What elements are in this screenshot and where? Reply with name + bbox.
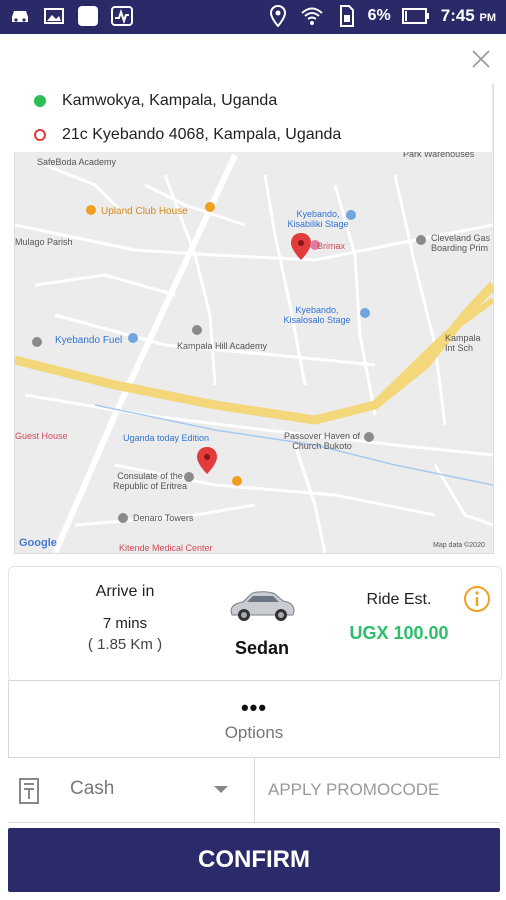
map-label: Kampala Hill Academy — [177, 341, 268, 351]
map-label: Kyebando Fuel — [55, 335, 123, 346]
more-dots-icon: ••• — [240, 695, 268, 720]
map-label: Kyebando, Kisabiliki Stage — [287, 209, 349, 229]
car-app-icon — [8, 5, 32, 27]
battery-icon — [401, 5, 431, 27]
map-view[interactable]: SafeBoda Academy Tirupati Business Park … — [14, 84, 494, 554]
dropdown-arrow-icon — [214, 786, 228, 793]
confirm-button[interactable]: CONFIRM — [8, 828, 500, 892]
info-button[interactable] — [463, 585, 491, 613]
dropoff-row[interactable]: 21c Kyebando 4068, Kampala, Uganda — [34, 120, 341, 150]
map-label: Consulate of the Republic of Eritrea — [112, 471, 188, 491]
map-label: Mulago Parish — [15, 237, 73, 247]
car-type-label: Sedan — [234, 638, 290, 658]
pickup-dot-icon — [34, 95, 46, 107]
dropoff-dot-icon — [34, 129, 46, 141]
battery-percent: 6% — [367, 7, 391, 24]
map-label: Kyebando, Kisalosalo Stage — [283, 305, 351, 325]
info-icon — [464, 586, 490, 612]
location-card: Kamwokya, Kampala, Uganda 21c Kyebando 4… — [14, 84, 492, 152]
arrive-label: Arrive in — [95, 583, 155, 600]
map-label: Guest House — [15, 431, 68, 441]
pickup-row[interactable]: Kamwokya, Kampala, Uganda — [34, 86, 277, 116]
map-label: Kampala Int Sch — [445, 333, 481, 353]
car-type-selector[interactable]: Sedan — [219, 585, 305, 659]
map-attribution: Map data ©2020 — [433, 542, 485, 549]
pickup-address: Kamwokya, Kampala, Uganda — [62, 92, 278, 109]
arrival-info: Arrive in 7 mins ( 1.85 Km ) — [45, 583, 205, 653]
app-icon — [76, 5, 100, 27]
map-label: Kitende Medical Center — [119, 543, 213, 553]
sim-icon — [334, 5, 358, 27]
status-bar: 6% 7:45 PM — [0, 0, 506, 34]
arrive-time: 7 mins — [102, 615, 148, 632]
arrive-distance: ( 1.85 Km ) — [87, 636, 163, 653]
location-icon — [266, 5, 290, 27]
options-button[interactable]: ••• Options — [8, 680, 500, 758]
sedan-car-icon — [230, 591, 295, 621]
map-label: Denaro Towers — [133, 513, 194, 523]
close-button[interactable] — [470, 48, 492, 70]
payment-bar: Cash APPLY PROMOCODE — [8, 758, 500, 823]
cash-icon — [18, 778, 40, 804]
wifi-icon — [300, 5, 324, 27]
image-icon — [42, 5, 66, 27]
promocode-field[interactable]: APPLY PROMOCODE — [268, 780, 439, 800]
google-logo: Google — [19, 537, 57, 549]
payment-method-selector[interactable]: Cash — [8, 758, 255, 822]
map-label: Passover Haven of Church Bukoto — [283, 431, 361, 451]
map-label: Uganda today Edition — [123, 433, 210, 443]
ride-estimate: Ride Est. UGX 100.00 — [329, 591, 469, 644]
map-label: Brimax — [317, 241, 346, 251]
close-icon — [472, 50, 490, 68]
ride-est-label: Ride Est. — [366, 591, 432, 608]
map-label: SafeBoda Academy — [37, 157, 117, 167]
ride-price: UGX 100.00 — [349, 623, 449, 643]
payment-method-label: Cash — [70, 778, 115, 799]
dropoff-address: 21c Kyebando 4068, Kampala, Uganda — [62, 126, 342, 143]
ride-info-panel: Arrive in 7 mins ( 1.85 Km ) Sedan Ride … — [8, 566, 502, 682]
map-label: Upland Club House — [101, 206, 188, 217]
options-label: Options — [224, 723, 284, 742]
clock: 7:45 PM — [440, 6, 496, 25]
map-label: Cleveland Gas Boarding Prim — [431, 233, 491, 253]
activity-icon — [110, 5, 134, 27]
